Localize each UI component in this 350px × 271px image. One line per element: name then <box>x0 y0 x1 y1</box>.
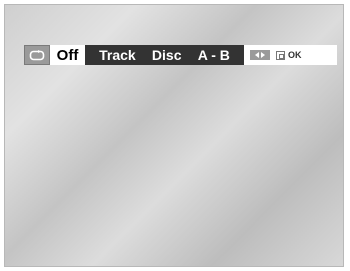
repeat-osd-bar: Off Track Disc A - B OK <box>24 45 337 65</box>
repeat-option-track[interactable]: Track <box>99 47 136 63</box>
repeat-options: Track Disc A - B <box>85 45 244 65</box>
ok-label: OK <box>288 50 302 60</box>
repeat-icon <box>24 45 50 65</box>
repeat-option-disc[interactable]: Disc <box>152 47 182 63</box>
repeat-option-off-label: Off <box>56 46 79 64</box>
repeat-option-selected[interactable]: Off <box>50 45 85 65</box>
tv-screen: Off Track Disc A - B OK <box>4 4 344 267</box>
left-right-arrows-icon <box>250 50 270 60</box>
repeat-option-a-b[interactable]: A - B <box>198 47 230 63</box>
help-area: OK <box>244 45 337 65</box>
enter-icon <box>276 50 285 60</box>
